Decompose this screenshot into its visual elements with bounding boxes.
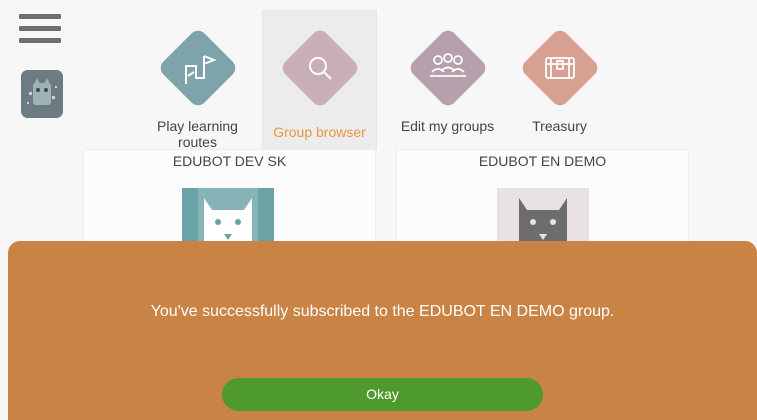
- people-group-icon: [429, 53, 466, 77]
- nav-edit-my-groups[interactable]: Edit my groups: [390, 10, 505, 150]
- nav-group-browser[interactable]: Group browser: [262, 10, 377, 150]
- nav-play-learning-routes[interactable]: Play learning routes: [140, 10, 255, 150]
- nav-label: Group browser: [273, 124, 366, 140]
- okay-button[interactable]: Okay: [222, 378, 543, 411]
- main-nav: Play learning routes Group browser Edit …: [140, 10, 640, 150]
- group-card-title: EDUBOT EN DEMO: [478, 153, 607, 169]
- search-icon: [308, 57, 332, 80]
- nav-label: Play learning routes: [157, 118, 238, 150]
- robot-avatar-icon: [21, 70, 63, 118]
- treasure-chest-icon: [544, 57, 575, 79]
- user-avatar[interactable]: [21, 70, 63, 118]
- subscription-success-dialog: You've successfully subscribed to the ED…: [8, 241, 757, 420]
- hamburger-menu-icon[interactable]: [19, 14, 61, 52]
- nav-label: Treasury: [532, 118, 587, 134]
- route-signpost-icon: [184, 55, 217, 84]
- group-card-title: EDUBOT DEV SK: [172, 153, 287, 169]
- dialog-message: You've successfully subscribed to the ED…: [150, 303, 615, 320]
- nav-treasury[interactable]: Treasury: [502, 10, 617, 150]
- nav-label: Edit my groups: [400, 118, 495, 134]
